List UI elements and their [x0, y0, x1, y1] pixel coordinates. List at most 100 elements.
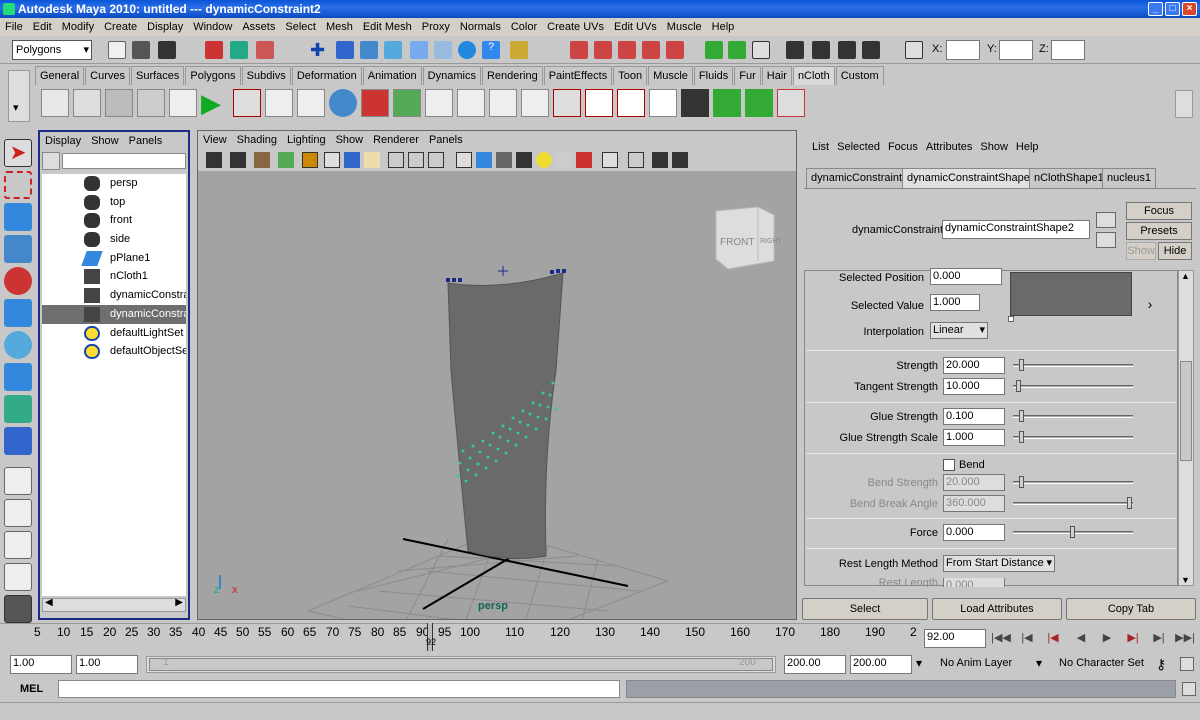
animation-end-field[interactable]: 200.00: [850, 655, 912, 674]
resolution-gate-icon[interactable]: [344, 152, 360, 168]
cache-icon[interactable]: [137, 89, 165, 117]
menu-create[interactable]: Create: [99, 18, 142, 36]
ipr-render-icon[interactable]: [705, 41, 723, 59]
play-icon[interactable]: ▶: [201, 89, 229, 117]
bend-break-angle-field[interactable]: 360.000: [943, 495, 1005, 512]
xray-components-icon[interactable]: [672, 152, 688, 168]
menu-create-uvs[interactable]: Create UVs: [542, 18, 609, 36]
camera-attr-icon[interactable]: [230, 152, 246, 168]
glue-strength-slider-thumb[interactable]: [1018, 410, 1024, 422]
animation-start-field[interactable]: 1.00: [10, 655, 72, 674]
rest-length-field[interactable]: 0.000: [943, 578, 1005, 587]
soft-mod-icon[interactable]: [4, 363, 32, 391]
isolate-select-icon[interactable]: [602, 152, 618, 168]
z-field[interactable]: [1051, 40, 1085, 60]
force-slider-thumb[interactable]: [1070, 526, 1075, 538]
strength-slider-thumb[interactable]: [1018, 359, 1024, 371]
output-connection-icon[interactable]: [1096, 232, 1116, 248]
attr-paint-icon[interactable]: [777, 89, 805, 117]
ae-select-button[interactable]: Select: [802, 598, 928, 620]
bend-break-angle-slider-thumb[interactable]: [1127, 497, 1132, 509]
universal-manip-icon[interactable]: [4, 331, 32, 359]
shelf-tab-fluids[interactable]: Fluids: [693, 66, 734, 85]
shelf-tab-muscle[interactable]: Muscle: [648, 66, 693, 85]
film-gate-icon[interactable]: [324, 152, 340, 168]
xray-joints-icon[interactable]: [652, 152, 668, 168]
shelf-tab-toon[interactable]: Toon: [613, 66, 648, 85]
shelf-tab-curves[interactable]: Curves: [85, 66, 130, 85]
clapper-icon-1[interactable]: [786, 41, 804, 59]
clapper-icon-3[interactable]: [838, 41, 856, 59]
tangent-strength-slider-thumb[interactable]: [1016, 380, 1022, 392]
show-button[interactable]: Show: [1126, 242, 1156, 260]
bend-strength-slider-thumb[interactable]: [1018, 476, 1024, 488]
ae-vertical-scrollbar[interactable]: ▲ ▼: [1178, 270, 1194, 586]
hq-render-icon[interactable]: [576, 152, 592, 168]
persp-outliner-layout-icon[interactable]: [4, 531, 32, 559]
last-tool-icon[interactable]: [4, 427, 32, 455]
help-icon[interactable]: ?: [482, 41, 500, 59]
snap-grid-icon[interactable]: ✚: [310, 41, 328, 59]
script-editor-icon[interactable]: [1182, 682, 1196, 696]
selected-position-field[interactable]: 0.000: [930, 268, 1002, 285]
menu-display[interactable]: Display: [142, 18, 188, 36]
interpolation-dropdown[interactable]: Linear ▾: [930, 322, 988, 339]
close-button[interactable]: ×: [1182, 2, 1197, 16]
shelf-tab-polygons[interactable]: Polygons: [185, 66, 241, 85]
open-scene-icon[interactable]: [132, 41, 150, 59]
maximize-button[interactable]: □: [1165, 2, 1180, 16]
ae-tab-nclothshape1[interactable]: nClothShape1: [1029, 168, 1109, 188]
lock-icon[interactable]: [510, 41, 528, 59]
viewport-menu-view[interactable]: View: [198, 131, 232, 149]
shelf-tab-ncloth[interactable]: nCloth: [792, 66, 835, 85]
mel-label[interactable]: MEL: [20, 683, 43, 695]
step-back-key-icon[interactable]: |◀: [1042, 628, 1064, 648]
gate-mask-icon[interactable]: [364, 152, 380, 168]
shelf-tab-surfaces[interactable]: Surfaces: [130, 66, 185, 85]
menu-modify[interactable]: Modify: [57, 18, 99, 36]
playback-end-field[interactable]: 200.00: [784, 655, 846, 674]
ae-scroll-thumb[interactable]: [1180, 361, 1192, 461]
menu-color[interactable]: Color: [506, 18, 542, 36]
outliner-menu-show[interactable]: Show: [86, 132, 124, 150]
select-component-icon[interactable]: [256, 41, 274, 59]
glue-strength-slider[interactable]: [1013, 410, 1133, 422]
tangent-strength-slider[interactable]: [1013, 380, 1133, 392]
range-slider-handle[interactable]: [149, 658, 773, 671]
transform-constraint-icon[interactable]: [361, 89, 389, 117]
selected-value-field[interactable]: 1.000: [930, 294, 980, 311]
weight-icon-2[interactable]: [617, 89, 645, 117]
wireframe-on-shaded-icon[interactable]: [496, 152, 512, 168]
hide-button[interactable]: Hide: [1158, 242, 1192, 260]
select-hierarchy-icon[interactable]: [205, 41, 223, 59]
shelf-tab-rendering[interactable]: Rendering: [481, 66, 543, 85]
scale-tool-icon[interactable]: [4, 299, 32, 327]
cache-create-icon[interactable]: [681, 89, 709, 117]
outliner-item-pplane1[interactable]: pPlane1: [42, 249, 186, 268]
presets-button[interactable]: Presets: [1126, 222, 1192, 240]
outliner-item-dynamicconstraint2[interactable]: dynamicConstraint2: [42, 304, 186, 324]
select-object-icon[interactable]: [230, 41, 248, 59]
view-cube[interactable]: FRONT RIGHT: [715, 206, 783, 270]
shelf-tab-animation[interactable]: Animation: [362, 66, 422, 85]
show-manip-icon[interactable]: [4, 395, 32, 423]
tangent-strength-field[interactable]: 10.000: [943, 378, 1005, 395]
field-chart-icon[interactable]: [388, 152, 404, 168]
grid-constraint-icon-2[interactable]: [297, 89, 325, 117]
perspective-viewport[interactable]: View Shading Lighting Show Renderer Panels: [197, 130, 797, 620]
viewport-menu-shading[interactable]: Shading: [232, 131, 282, 149]
paint-select-tool-icon[interactable]: [4, 203, 32, 231]
select-tool-icon[interactable]: ➤: [4, 139, 32, 167]
menu-edit[interactable]: Edit: [28, 18, 57, 36]
outliner-item-ncloth1[interactable]: nCloth1: [42, 267, 186, 286]
new-scene-icon[interactable]: [108, 41, 126, 59]
shelf-scroll-buttons[interactable]: [1175, 90, 1193, 118]
lasso-tool-icon[interactable]: [4, 171, 32, 199]
ae-menu-focus[interactable]: Focus: [884, 141, 922, 153]
glue-strength-scale-slider[interactable]: [1013, 431, 1133, 443]
character-set-dropdown[interactable]: No Character Set: [1059, 657, 1144, 669]
step-forward-key-icon[interactable]: ▶|: [1122, 628, 1144, 648]
ramp-key-handle[interactable]: [1008, 316, 1014, 322]
pvt-icon[interactable]: [233, 89, 261, 117]
menu-edit-mesh[interactable]: Edit Mesh: [358, 18, 417, 36]
